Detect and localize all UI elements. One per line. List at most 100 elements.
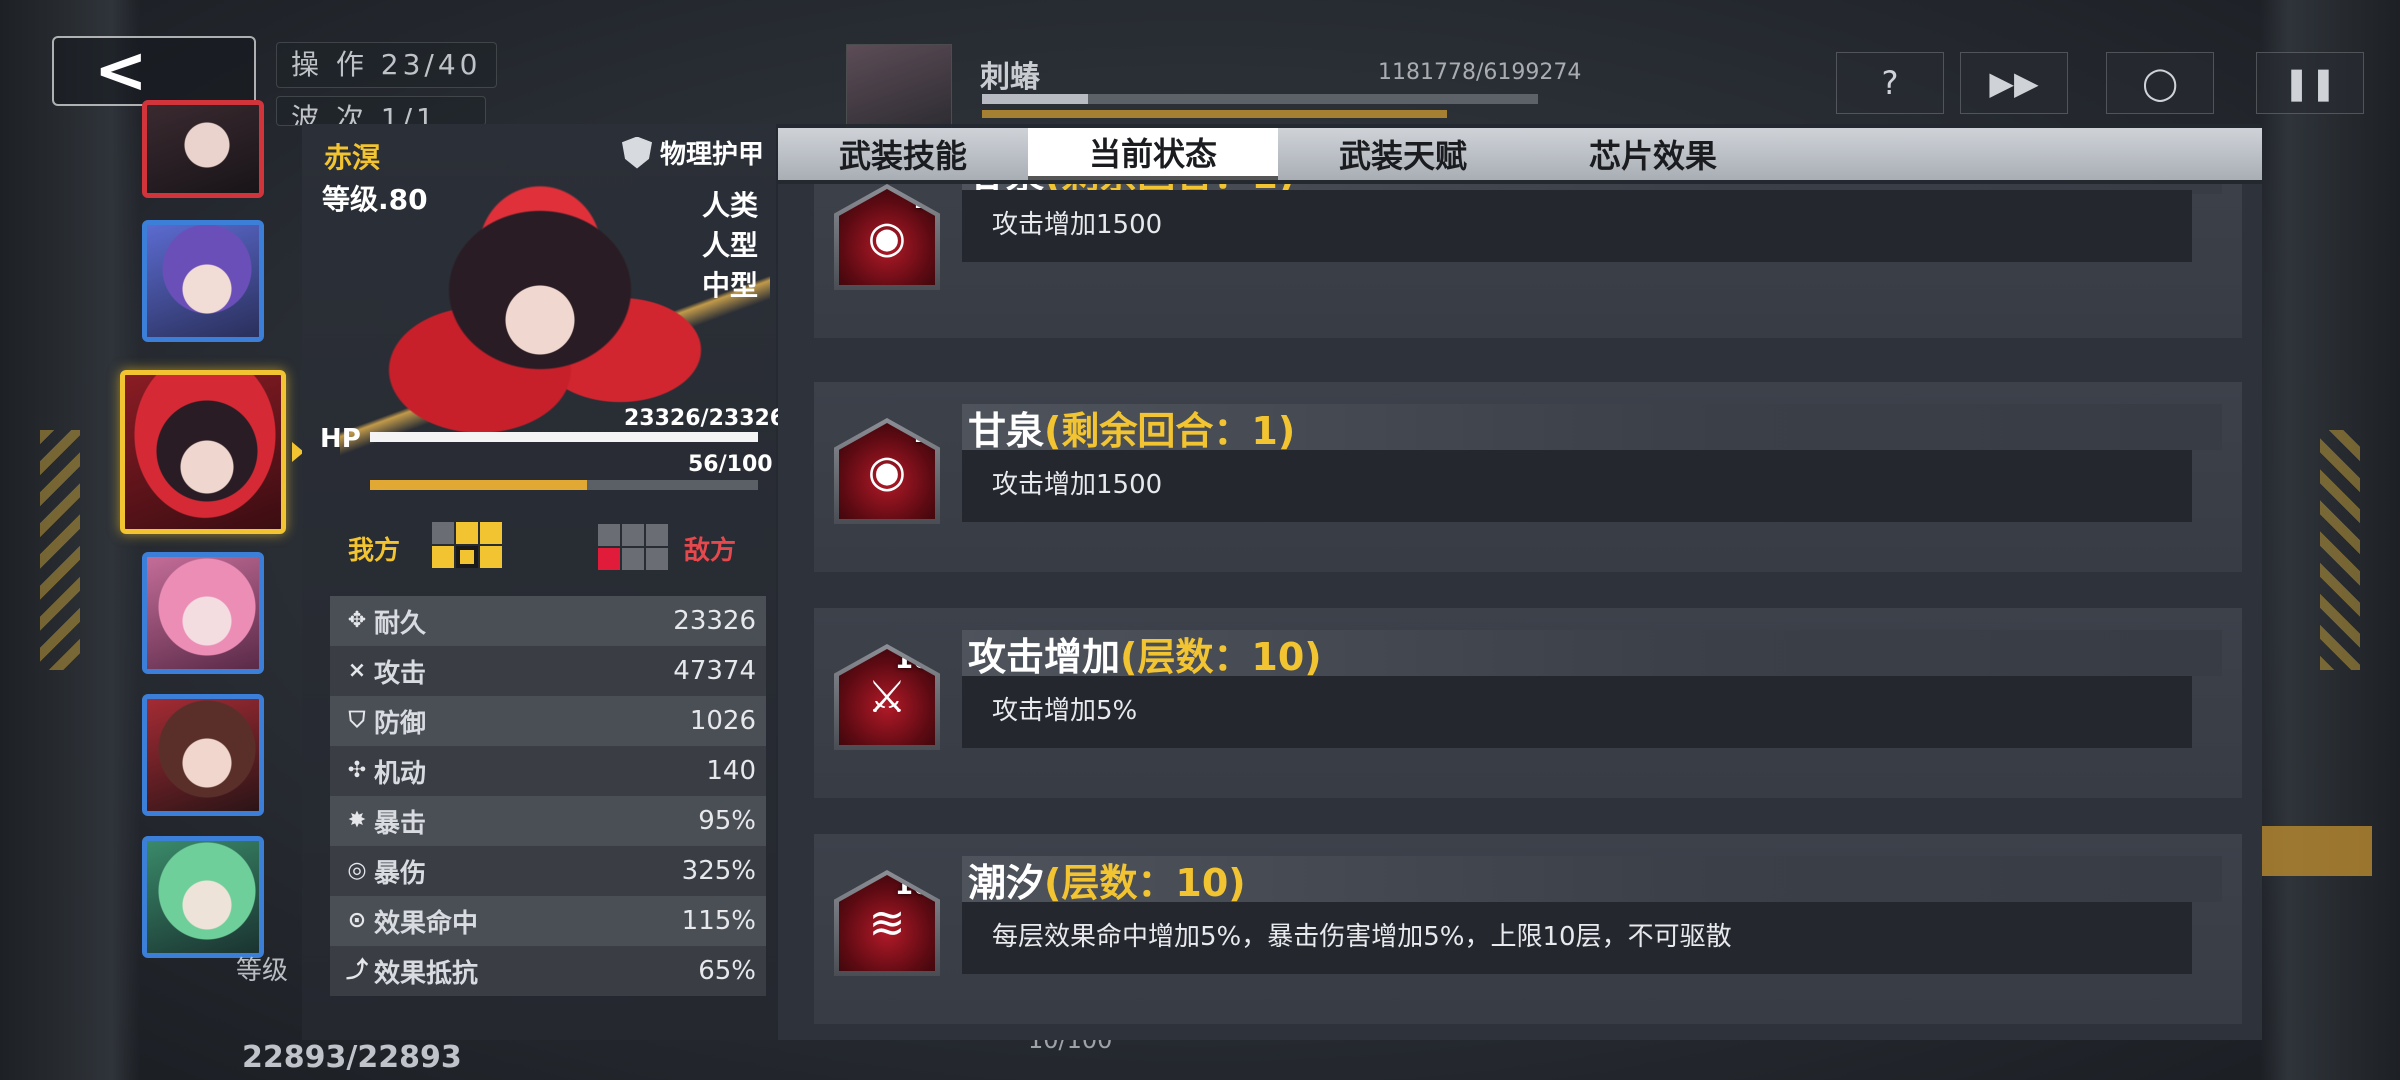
energy-bar [370, 480, 758, 490]
steak-buff-icon: ◉ 1 [834, 184, 940, 290]
tab-weapon-talents[interactable]: 武装天赋 [1278, 128, 1528, 180]
fast-forward-button[interactable]: ▶▶ [1960, 52, 2068, 114]
stat-value: 140 [706, 756, 756, 786]
effect-description: 攻击增加5% [962, 676, 2192, 748]
enemy-position-label: 敌方 [684, 536, 737, 566]
stack-count: 10 [894, 871, 931, 901]
unit-portrait [147, 699, 259, 811]
ally-position-label: 我方 [348, 536, 401, 566]
stat-row-crit-damage: ◎ 暴伤 325% [330, 846, 766, 896]
hp-bar [370, 432, 758, 442]
effect-name: 甘泉 [968, 409, 1045, 453]
character-level: 等级.80 [322, 183, 428, 216]
wave-counter: 波 次 1/1 [276, 96, 486, 126]
roster-unit-4[interactable] [142, 552, 264, 674]
stack-count: 1 [912, 185, 931, 215]
tab-weapon-skills[interactable]: 武装技能 [778, 128, 1028, 180]
stat-row-defense: ⛉ 防御 1026 [330, 696, 766, 746]
roster-unit-2[interactable] [142, 220, 264, 342]
unit-portrait [125, 375, 281, 529]
hazard-stripes-right [2320, 430, 2360, 670]
crit-icon: ✸ [347, 808, 367, 833]
stat-value: 65% [698, 956, 756, 986]
back-button[interactable]: < [52, 34, 256, 108]
stat-label: 效果抵抗 [374, 958, 479, 989]
ally-formation-grid [432, 522, 502, 568]
pause-icon: ❚❚ [2283, 64, 2337, 102]
defense-icon: ⛉ [348, 708, 366, 733]
stat-label: 效果命中 [374, 908, 479, 939]
enemy-formation-grid [598, 524, 668, 570]
status-effect-card: ⚔ 10 攻击增加(层数：10) 攻击增加5% [814, 608, 2242, 798]
roster-unit-6[interactable] [142, 836, 264, 958]
stats-table: ✥ 耐久 23326 ⨯ 攻击 47374 ⛉ 防御 1026 ✣ 机动 140… [330, 596, 766, 996]
durability-icon: ✥ [347, 608, 367, 633]
help-icon: ? [1881, 64, 1899, 102]
boss-hp-text: 1181778/6199274 [1378, 60, 1582, 85]
roster-unit-5[interactable] [142, 694, 264, 816]
stat-label: 暴击 [374, 808, 427, 839]
character-traits: 人类 人型 中型 [702, 186, 758, 306]
stat-row-crit: ✸ 暴击 95% [330, 796, 766, 846]
status-effect-card: ◉1 甘泉(剩余回合：1) 攻击增加1500 [814, 382, 2242, 572]
effect-title: 潮汐(层数：10) [968, 852, 1246, 907]
boss-shield-bar [982, 110, 1447, 118]
tab-current-status[interactable]: 当前状态 [1028, 128, 1278, 180]
detail-tabs: 武装技能 当前状态 武装天赋 芯片效果 [778, 128, 2262, 180]
auto-button[interactable]: ◯ [2106, 52, 2214, 114]
hp-label: HP [320, 424, 361, 454]
stat-row-effect-resist: ⤴ 效果抵抗 65% [330, 946, 766, 996]
stat-row-mobility: ✣ 机动 140 [330, 746, 766, 796]
help-button[interactable]: ? [1836, 52, 1944, 114]
pause-button[interactable]: ❚❚ [2256, 52, 2364, 114]
roster-unit-3-selected[interactable] [120, 370, 286, 534]
wave-buff-icon: ≋ 10 [834, 870, 940, 976]
armor-label: 物理护甲 [660, 140, 765, 170]
stack-count: 1 [912, 419, 931, 449]
trait-size: 中型 [701, 269, 758, 302]
roster-unit-1[interactable] [142, 100, 264, 198]
stat-label: 耐久 [374, 608, 427, 639]
stat-value: 115% [681, 906, 756, 936]
effect-description: 攻击增加1500 [962, 450, 2192, 522]
effect-name: 攻击增加 [968, 635, 1121, 679]
armor-type: 物理护甲 [622, 134, 764, 171]
status-effect-list[interactable]: ◉1 甘泉(剩余回合：1) 攻击增加1500 ◉1 甘泉(剩余回合：1) 攻击增… [778, 184, 2262, 1040]
stat-row-attack: ⨯ 攻击 47374 [330, 646, 766, 696]
effect-hit-icon: ⊙ [347, 908, 367, 933]
background-orange-panel [2262, 826, 2372, 876]
hazard-stripes-left [40, 430, 80, 670]
unit-portrait [147, 841, 259, 953]
stat-label: 暴伤 [374, 858, 427, 889]
tab-chip-effects[interactable]: 芯片效果 [1528, 128, 1778, 180]
ops-counter: 操 作 23/40 [276, 42, 497, 88]
crit-damage-icon: ◎ [347, 858, 367, 883]
stat-label: 防御 [374, 708, 427, 739]
unit-portrait [147, 105, 259, 193]
boss-hp-bar [982, 94, 1538, 104]
energy-value: 56/100 [688, 452, 773, 477]
hp-value: 23326/23326 [624, 406, 786, 431]
effect-description: 攻击增加1500 [962, 190, 2192, 262]
stat-value: 95% [698, 806, 756, 836]
trait-form: 人型 [701, 229, 758, 262]
back-arrow-icon: < [94, 34, 148, 108]
stat-label: 机动 [374, 758, 427, 789]
trait-race: 人类 [701, 189, 758, 222]
fast-forward-icon: ▶▶ [1989, 64, 2039, 102]
armor-shield-icon [622, 136, 652, 169]
unit-portrait [147, 225, 259, 337]
sword-buff-icon: ⚔ 10 [834, 644, 940, 750]
effect-name: 潮汐 [968, 861, 1045, 905]
status-effect-card: ◉1 甘泉(剩余回合：1) 攻击增加1500 [814, 184, 2242, 338]
effect-description: 每层效果命中增加5%，暴击伤害增加5%，上限10层，不可驱散 [962, 902, 2192, 974]
roster-hp-text: 22893/22893 [242, 1040, 462, 1075]
stack-count: 10 [894, 645, 931, 675]
effect-resist-icon: ⤴ [346, 958, 369, 983]
attack-icon: ⨯ [347, 658, 367, 683]
stat-value: 1026 [689, 706, 756, 736]
effect-remaining: (剩余回合：1) [1044, 409, 1296, 453]
stat-value: 325% [681, 856, 756, 886]
boss-name: 刺蝽 [980, 60, 1040, 95]
stat-value: 47374 [673, 656, 756, 686]
